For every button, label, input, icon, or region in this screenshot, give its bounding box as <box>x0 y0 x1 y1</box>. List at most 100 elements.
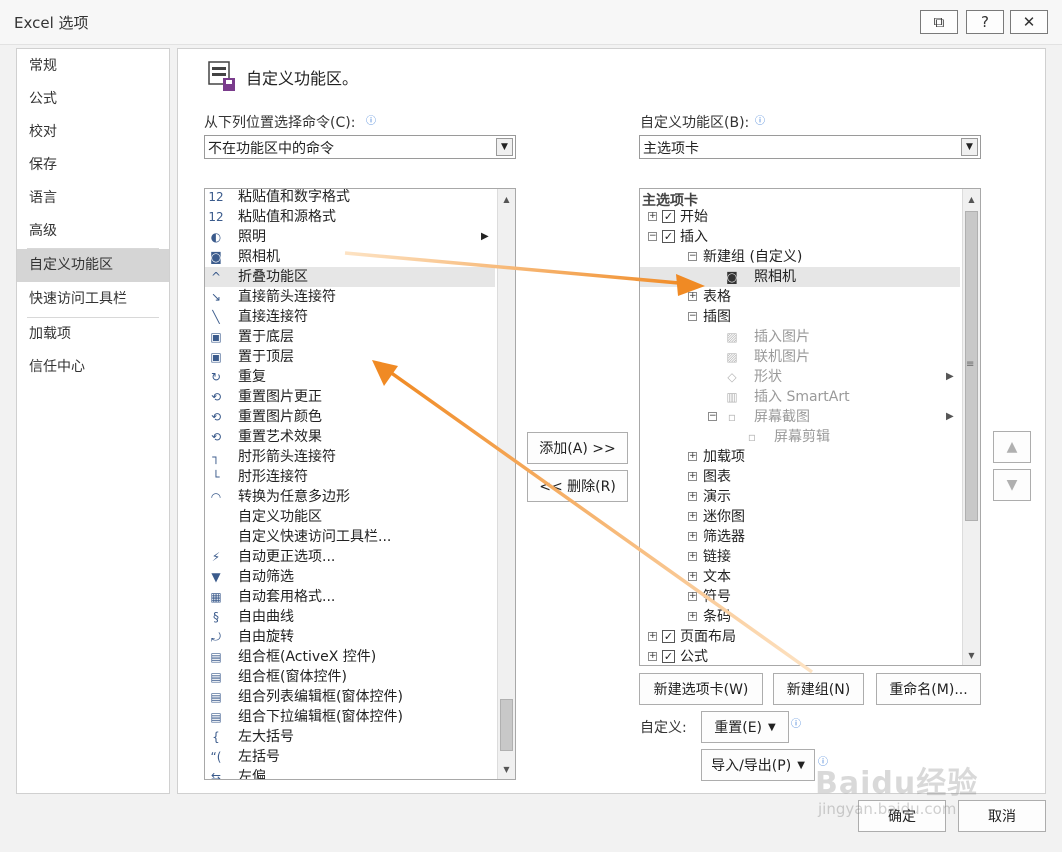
tree-item[interactable]: ◇ 形状 ▶ <box>640 367 960 387</box>
command-item[interactable]: ┐ 肘形箭头连接符 <box>205 447 495 467</box>
command-item[interactable]: ◐ 照明 ▶ <box>205 227 495 247</box>
tree-item[interactable]: + 文本 <box>640 567 960 587</box>
expand-icon[interactable]: + <box>648 212 657 221</box>
collapse-icon[interactable]: − <box>688 252 697 261</box>
command-item[interactable]: § 自由曲线 <box>205 607 495 627</box>
nav-item-trust-center[interactable]: 信任中心 <box>17 351 169 384</box>
command-item[interactable]: ◠ 转换为任意多边形 <box>205 487 495 507</box>
command-item[interactable]: ▣ 置于顶层 <box>205 347 495 367</box>
command-item[interactable]: ⟲ 重置图片颜色 <box>205 407 495 427</box>
command-item[interactable]: ↘ 直接箭头连接符 <box>205 287 495 307</box>
tree-item[interactable]: + 条码 <box>640 607 960 627</box>
command-item[interactable]: ⚡ 自动更正选项... <box>205 547 495 567</box>
tree-item[interactable]: − ✓ 插入 <box>640 227 960 247</box>
scroll-down-icon[interactable]: ▼ <box>498 761 515 778</box>
command-item[interactable]: ▤ 组合框(窗体控件) <box>205 667 495 687</box>
collapse-icon[interactable]: − <box>708 412 717 421</box>
scroll-up-icon[interactable]: ▲ <box>963 191 980 208</box>
tree-item[interactable]: + 演示 <box>640 487 960 507</box>
add-button[interactable]: 添加(A) >> <box>527 432 628 464</box>
tree-item[interactable]: ▥ 插入 SmartArt <box>640 387 960 407</box>
command-item[interactable]: ⤾ 自由旋转 <box>205 627 495 647</box>
tree-item[interactable]: ◙ 照相机 <box>640 267 960 287</box>
tree-item[interactable]: + ✓ 公式 <box>640 647 960 665</box>
tree-item[interactable]: + ✓ 页面布局 <box>640 627 960 647</box>
tree-item[interactable]: − 新建组 (自定义) <box>640 247 960 267</box>
tree-item[interactable]: ▫ 屏幕剪辑 <box>640 427 960 447</box>
collapse-icon[interactable]: − <box>648 232 657 241</box>
tab-checkbox[interactable]: ✓ <box>662 650 675 663</box>
commands-scrollbar[interactable]: ▲ ▼ <box>497 189 515 779</box>
cancel-button[interactable]: 取消 <box>958 800 1046 832</box>
nav-item-customize-ribbon[interactable]: 自定义功能区 <box>17 249 169 282</box>
expand-icon[interactable]: + <box>648 652 657 661</box>
remove-button[interactable]: << 删除(R) <box>527 470 628 502</box>
command-item[interactable]: 12 粘贴值和源格式 <box>205 207 495 227</box>
command-item[interactable]: {左大括号 <box>205 727 495 747</box>
move-down-button[interactable]: ▼ <box>993 469 1031 501</box>
tab-checkbox[interactable]: ✓ <box>662 630 675 643</box>
close-button[interactable]: ✕ <box>1010 10 1048 34</box>
import-export-button[interactable]: 导入/导出(P) ▼ <box>701 749 815 781</box>
tree-scrollbar[interactable]: ▲ ≡ ▼ <box>962 189 980 665</box>
scroll-thumb[interactable] <box>500 699 513 751</box>
expand-icon[interactable]: + <box>688 592 697 601</box>
command-item[interactable]: ▤ 组合框(ActiveX 控件) <box>205 647 495 667</box>
choose-commands-dropdown[interactable]: 不在功能区中的命令 ▼ <box>204 135 516 159</box>
command-item[interactable]: ⟲ 重置图片更正 <box>205 387 495 407</box>
expand-icon[interactable]: + <box>688 512 697 521</box>
tree-item[interactable]: + 筛选器 <box>640 527 960 547</box>
restore-button[interactable]: ⧉ <box>920 10 958 34</box>
new-group-button[interactable]: 新建组(N) <box>773 673 864 705</box>
command-item[interactable]: ◙ 照相机 <box>205 247 495 267</box>
scroll-down-icon[interactable]: ▼ <box>963 647 980 664</box>
collapse-icon[interactable]: − <box>688 312 697 321</box>
chevron-down-icon[interactable]: ▼ <box>496 138 513 156</box>
tree-item[interactable]: + 加载项 <box>640 447 960 467</box>
nav-item-general[interactable]: 常规 <box>17 50 169 83</box>
ribbon-tree[interactable]: 主选项卡 + ✓ 开始 − ✓ 插入 − 新建组 (自定义) ◙ 照相机 + 表格 − 插图 ▨ 插入图片 ▨ 联… <box>639 188 981 666</box>
expand-icon[interactable]: + <box>688 572 697 581</box>
command-item[interactable]: ▦ 自动套用格式... <box>205 587 495 607</box>
expand-icon[interactable]: + <box>688 612 697 621</box>
nav-item-advanced[interactable]: 高级 <box>17 215 169 248</box>
chevron-down-icon[interactable]: ▼ <box>961 138 978 156</box>
scroll-up-icon[interactable]: ▲ <box>498 191 515 208</box>
tree-item[interactable]: + 符号 <box>640 587 960 607</box>
expand-icon[interactable]: + <box>688 472 697 481</box>
nav-item-formulas[interactable]: 公式 <box>17 83 169 116</box>
nav-item-language[interactable]: 语言 <box>17 182 169 215</box>
rename-button[interactable]: 重命名(M)... <box>876 673 981 705</box>
command-item[interactable]: 自定义功能区 <box>205 507 495 527</box>
expand-icon[interactable]: + <box>688 452 697 461</box>
command-item[interactable]: ⟲ 重置艺术效果 <box>205 427 495 447</box>
tree-item[interactable]: + 图表 <box>640 467 960 487</box>
nav-item-add-ins[interactable]: 加载项 <box>17 318 169 351</box>
commands-list[interactable]: 12 粘贴值和数字格式 12 粘贴值和源格式 ◐ 照明 ▶ ◙ 照相机 ^ 折叠功能区 ↘ 直接箭头连接… <box>204 188 516 780</box>
tree-item[interactable]: + 表格 <box>640 287 960 307</box>
command-item[interactable]: 自定义快速访问工具栏... <box>205 527 495 547</box>
command-item[interactable]: ▤ 组合下拉编辑框(窗体控件) <box>205 707 495 727</box>
tab-checkbox[interactable]: ✓ <box>662 230 675 243</box>
command-item[interactable]: ▼ 自动筛选 <box>205 567 495 587</box>
expand-icon[interactable]: + <box>688 492 697 501</box>
expand-icon[interactable]: + <box>688 552 697 561</box>
command-item[interactable]: ⇆ 左偏 <box>205 767 495 779</box>
nav-item-quick-access-toolbar[interactable]: 快速访问工具栏 <box>17 283 169 316</box>
command-item[interactable]: ▤ 组合列表编辑框(窗体控件) <box>205 687 495 707</box>
command-item[interactable]: ^ 折叠功能区 <box>205 267 495 287</box>
tree-item[interactable]: + 迷你图 <box>640 507 960 527</box>
expand-icon[interactable]: + <box>688 292 697 301</box>
tab-checkbox[interactable]: ✓ <box>662 210 675 223</box>
tree-item[interactable]: + ✓ 开始 <box>640 207 960 227</box>
tree-item[interactable]: ▨ 插入图片 <box>640 327 960 347</box>
new-tab-button[interactable]: 新建选项卡(W) <box>639 673 763 705</box>
command-item[interactable]: “(左括号 <box>205 747 495 767</box>
nav-item-proofing[interactable]: 校对 <box>17 116 169 149</box>
reset-button[interactable]: 重置(E) ▼ <box>701 711 789 743</box>
command-item[interactable]: └ 肘形连接符 <box>205 467 495 487</box>
customize-ribbon-dropdown[interactable]: 主选项卡 ▼ <box>639 135 981 159</box>
move-up-button[interactable]: ▲ <box>993 431 1031 463</box>
help-button[interactable]: ? <box>966 10 1004 34</box>
nav-item-save[interactable]: 保存 <box>17 149 169 182</box>
